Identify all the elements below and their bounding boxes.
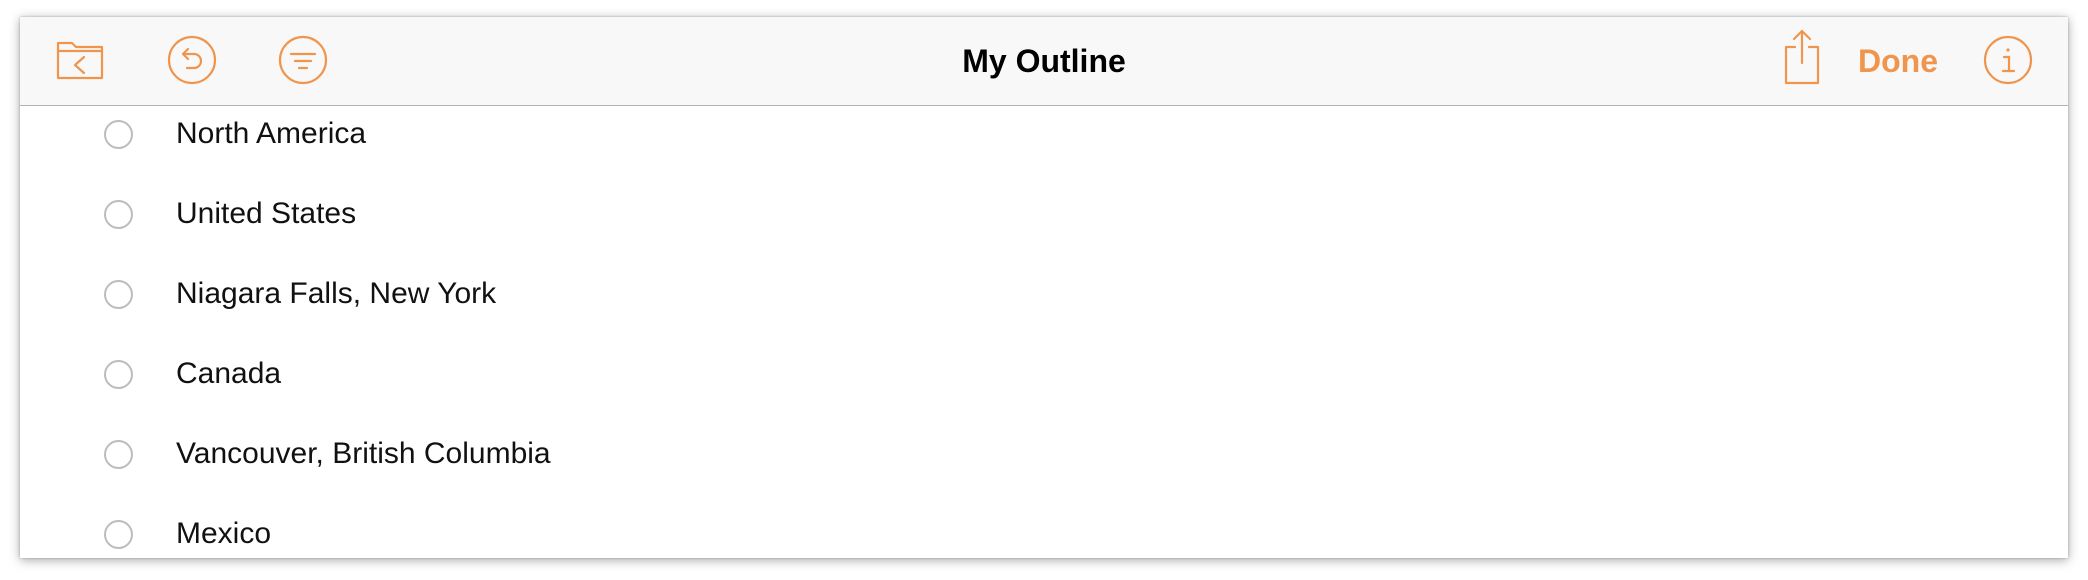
folder-back-icon[interactable] (56, 37, 104, 81)
toolbar: My Outline Done (20, 17, 2068, 106)
outline-row[interactable]: Canada (20, 346, 2068, 426)
row-text[interactable]: Mexico (176, 506, 271, 558)
filter-icon[interactable] (278, 35, 328, 85)
done-button[interactable]: Done (1858, 17, 1938, 105)
outline-row[interactable]: United States (20, 186, 2068, 266)
outline-row[interactable]: Vancouver, British Columbia (20, 426, 2068, 506)
outline-row[interactable]: North America (20, 106, 2068, 186)
row-text[interactable]: Canada (176, 346, 281, 402)
row-text[interactable]: Niagara Falls, New York (176, 266, 496, 322)
outline-row[interactable]: Niagara Falls, New York (20, 266, 2068, 346)
row-text[interactable]: United States (176, 186, 356, 242)
row-handle[interactable] (104, 360, 133, 389)
app-window: My Outline Done North America United Sta… (20, 17, 2068, 558)
row-handle[interactable] (104, 280, 133, 309)
row-handle[interactable] (104, 200, 133, 229)
row-text[interactable]: Vancouver, British Columbia (176, 426, 551, 482)
row-handle[interactable] (104, 120, 133, 149)
share-icon[interactable] (1783, 29, 1821, 85)
row-handle[interactable] (104, 440, 133, 469)
undo-icon[interactable] (167, 35, 217, 85)
row-text[interactable]: North America (176, 106, 366, 162)
outline-row[interactable]: Mexico (20, 506, 2068, 558)
row-handle[interactable] (104, 520, 133, 549)
info-icon[interactable] (1983, 35, 2033, 85)
